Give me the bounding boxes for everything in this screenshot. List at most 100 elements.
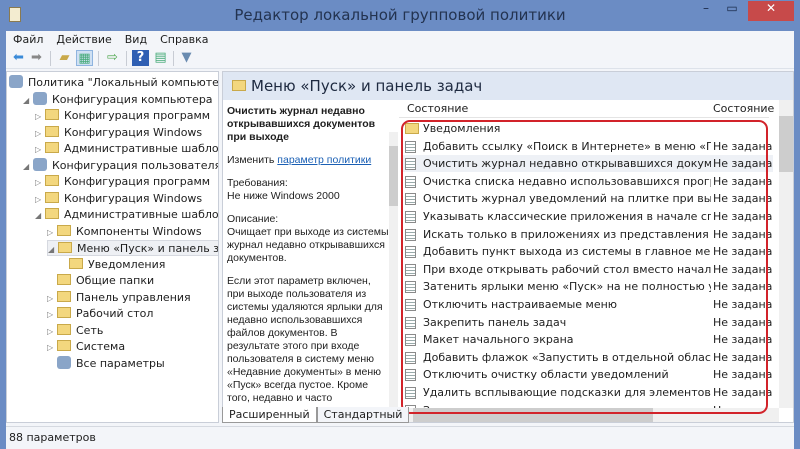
tree-item[interactable]: ▷ Компоненты Windows (47, 224, 202, 240)
description-more: Если этот параметр включен, при выходе п… (227, 275, 383, 404)
tree-item[interactable]: ◢ Конфигурация пользователя (23, 157, 219, 175)
expand-arrow-icon[interactable]: ▷ (47, 324, 57, 340)
expand-arrow-icon[interactable]: ▷ (35, 175, 45, 191)
tree-item-label: Меню «Пуск» и панель задач (77, 242, 219, 255)
column-header-state[interactable]: Состояние (713, 100, 774, 118)
folder-icon (57, 340, 71, 351)
forward-icon[interactable]: ➡ (28, 50, 45, 66)
tree-item[interactable]: ◢ Административные шаблоны (35, 207, 219, 224)
menu-bar: Файл Действие Вид Справка (6, 31, 794, 47)
tree-item[interactable]: ▷ Конфигурация Windows (35, 191, 202, 207)
view-tabs: Расширенный Стандартный (222, 407, 410, 423)
details-pane: Меню «Пуск» и панель задач Очистить журн… (222, 71, 794, 423)
expand-arrow-icon[interactable]: ▷ (35, 142, 45, 158)
folder-icon (45, 125, 59, 137)
expand-arrow-icon[interactable]: ▷ (47, 225, 57, 241)
tree-item[interactable]: ▷ Конфигурация программ (35, 174, 210, 190)
tree-item[interactable]: Политика "Локальный компьютер" (9, 75, 219, 91)
window-title: Редактор локальной групповой политики (234, 6, 566, 24)
expand-arrow-icon[interactable]: ▷ (35, 109, 45, 125)
tree-item[interactable]: ▷ Сеть (47, 323, 103, 339)
action-pane-icon[interactable]: ▤ (152, 50, 169, 66)
tree-item[interactable]: Уведомления (59, 257, 165, 273)
tree-item[interactable]: ▷ Конфигурация Windows (35, 125, 202, 141)
menu-view[interactable]: Вид (118, 31, 153, 46)
tree-item-label: Административные шаблоны (64, 208, 219, 221)
folder-icon (57, 224, 71, 236)
tree-item[interactable]: ▷ Панель управления (47, 290, 191, 306)
tree-item-label: Конфигурация Windows (64, 191, 203, 205)
folder-icon (45, 175, 59, 186)
folder-icon (57, 307, 71, 318)
tree-item-label: Административные шаблоны (64, 142, 219, 155)
help-icon[interactable]: ? (132, 50, 149, 66)
toolbar: ⬅ ➡ ▰ ▦ ⇨ ? ▤ ▼ (6, 48, 794, 69)
folder-icon (232, 80, 246, 91)
tree-item-label: Система (76, 340, 126, 353)
tree-item-label: Сеть (76, 323, 104, 337)
export-list-icon[interactable]: ⇨ (104, 50, 121, 66)
expand-arrow-icon[interactable]: ◢ (23, 159, 33, 175)
title-bar: Редактор локальной групповой политики – … (0, 0, 800, 31)
expand-arrow-icon[interactable]: ▷ (35, 126, 45, 142)
folder-icon (58, 242, 72, 253)
tree-item-label: Конфигурация пользователя (52, 158, 219, 172)
settings-icon (57, 355, 71, 369)
folder-icon (57, 290, 71, 302)
expand-arrow-icon[interactable]: ▷ (35, 192, 45, 208)
folder-icon (45, 191, 59, 203)
description-scrollbar[interactable] (389, 132, 398, 414)
menu-help[interactable]: Справка (153, 31, 214, 46)
tree-item-label: Уведомления (88, 257, 166, 271)
tab-extended[interactable]: Расширенный (222, 407, 317, 423)
tree-item-label: Политика "Локальный компьютер" (28, 76, 219, 89)
folder-icon (45, 109, 59, 120)
tree-item-label: Панель управления (76, 290, 191, 304)
tree-item-label: Конфигурация программ (64, 175, 211, 188)
close-button[interactable]: ✕ (748, 1, 794, 21)
expand-arrow-icon[interactable]: ◢ (23, 93, 33, 109)
tree-item-label: Конфигурация компьютера (52, 92, 213, 106)
panel-header: Меню «Пуск» и панель задач (223, 72, 793, 100)
menu-action[interactable]: Действие (49, 31, 117, 46)
edit-policy-link[interactable]: параметр политики (277, 154, 371, 166)
expand-arrow-icon[interactable]: ◢ (48, 242, 58, 258)
tree-item-label: Компоненты Windows (76, 224, 202, 238)
back-icon[interactable]: ⬅ (10, 50, 27, 66)
tree-item-label: Рабочий стол (76, 307, 154, 320)
tree-item[interactable]: ◢ Конфигурация компьютера (23, 91, 213, 109)
maximize-button[interactable]: ▭ (719, 1, 745, 21)
filter-icon[interactable]: ▼ (178, 50, 195, 66)
folder-icon (45, 208, 59, 219)
tree-item[interactable]: ▷ Административные шаблоны (35, 141, 219, 158)
panel-title: Меню «Пуск» и панель задач (251, 77, 483, 95)
show-hide-tree-icon[interactable]: ▦ (76, 50, 93, 66)
description-pane: Очистить журнал недавно открывавшихся до… (227, 105, 391, 415)
tree-item[interactable]: ◢ Меню «Пуск» и панель задач (47, 240, 219, 258)
description-text: Очищает при выходе из системы журнал нед… (227, 226, 389, 264)
expand-arrow-icon[interactable]: ▷ (47, 291, 57, 307)
status-bar: 88 параметров (6, 426, 794, 449)
up-folder-icon[interactable]: ▰ (56, 50, 73, 66)
highlight-box (401, 120, 768, 414)
column-header-name[interactable]: Состояние (407, 100, 468, 118)
expand-arrow-icon[interactable]: ▷ (47, 340, 57, 356)
expand-arrow-icon[interactable]: ◢ (35, 208, 45, 224)
folder-icon (45, 142, 59, 153)
tab-standard[interactable]: Стандартный (316, 407, 410, 423)
tree-item[interactable]: Все параметры (47, 355, 165, 372)
tree-item[interactable]: Общие папки (47, 273, 154, 289)
tree-item-label: Все параметры (76, 356, 165, 370)
requirements-value: Не ниже Windows 2000 (227, 190, 340, 202)
tree-item[interactable]: ▷ Конфигурация программ (35, 108, 210, 124)
navigation-tree: Политика "Локальный компьютер" ◢ Конфигура… (6, 71, 219, 423)
folder-icon (57, 323, 71, 335)
list-vertical-scrollbar[interactable] (779, 100, 793, 408)
tree-item[interactable]: ▷ Рабочий стол (47, 306, 153, 322)
folder-icon (69, 257, 83, 269)
tree-item-label: Общие папки (76, 274, 155, 287)
expand-arrow-icon[interactable]: ▷ (47, 307, 57, 323)
menu-file[interactable]: Файл (6, 31, 49, 46)
minimize-button[interactable]: – (693, 1, 719, 21)
tree-item[interactable]: ▷ Система (47, 339, 125, 355)
